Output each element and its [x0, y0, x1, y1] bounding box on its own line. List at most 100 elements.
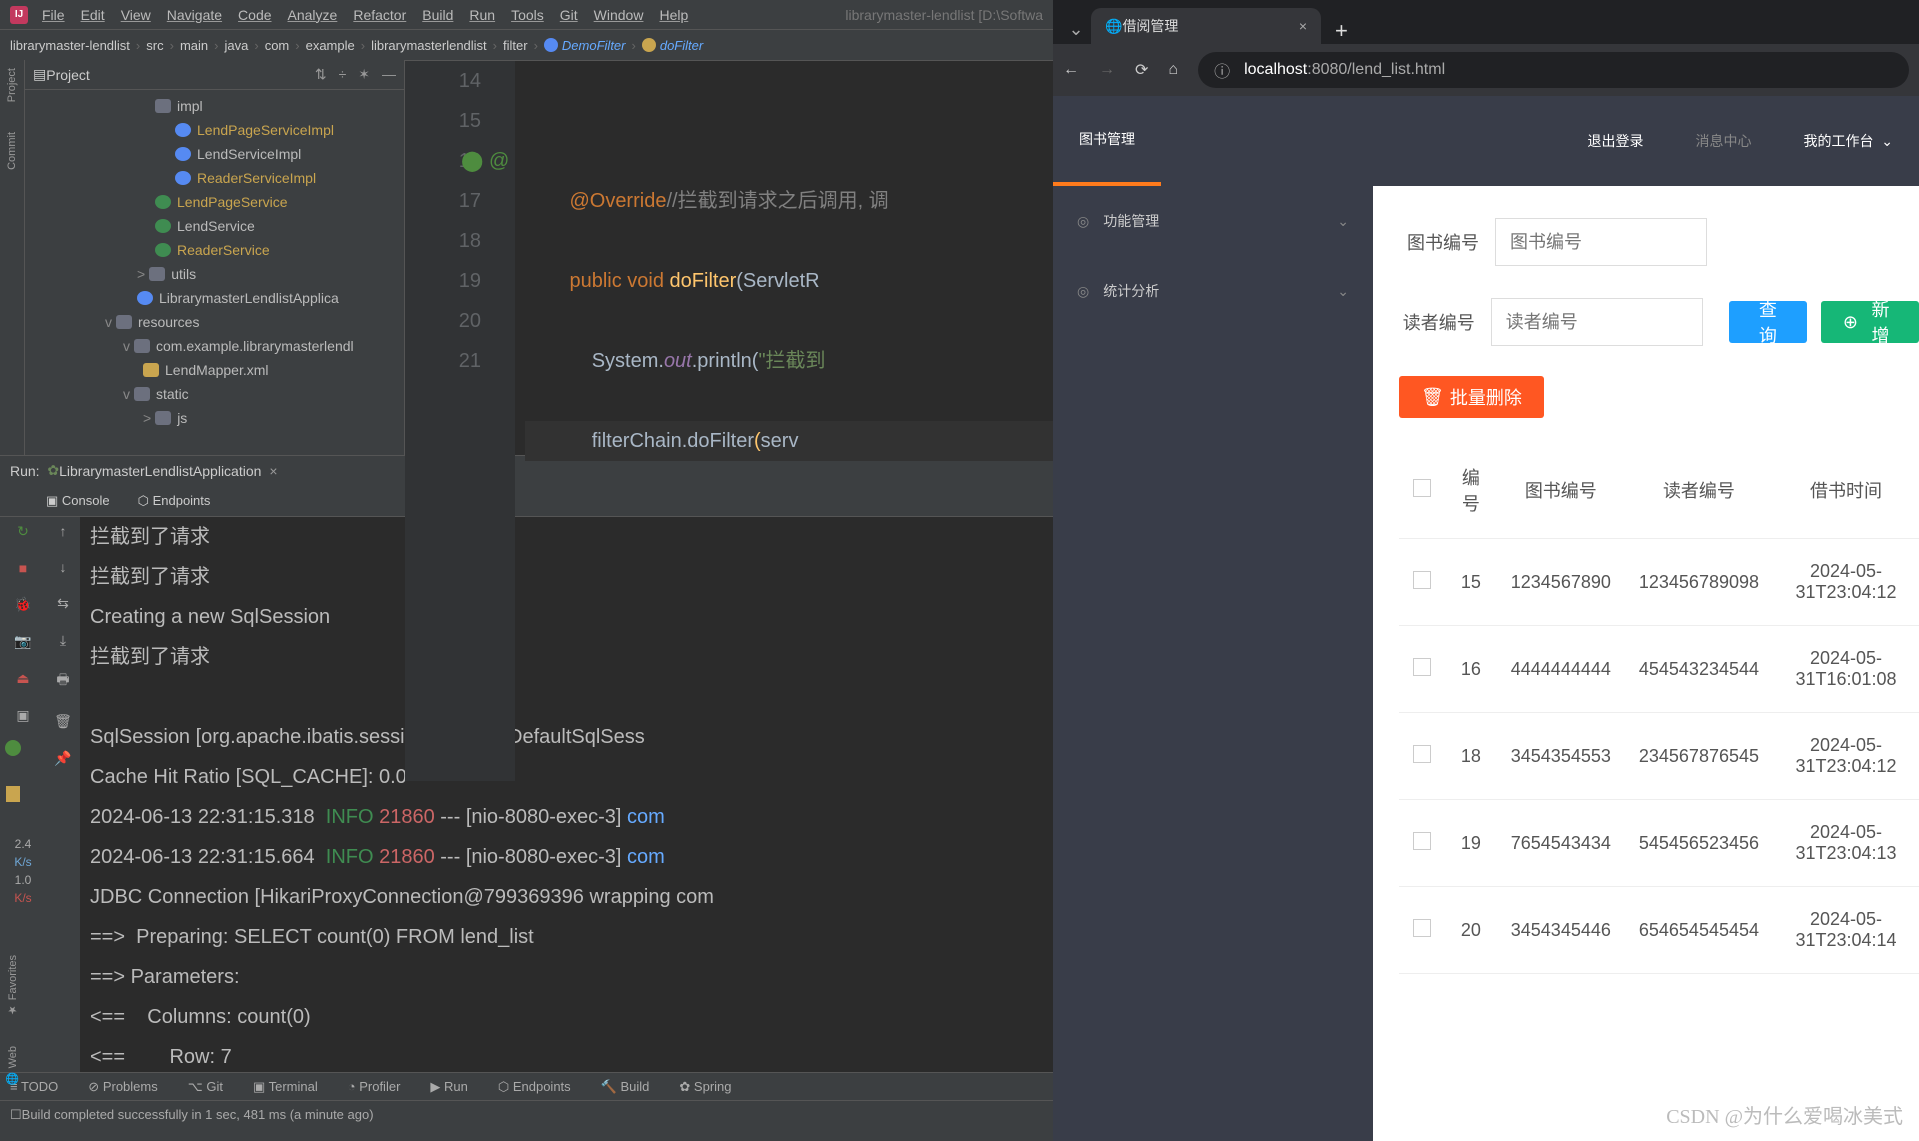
- reload-icon[interactable]: ⟳: [1135, 60, 1148, 80]
- web-tool-tab[interactable]: 🌐 Web: [6, 1046, 19, 1085]
- tree-node[interactable]: vresources: [25, 310, 404, 334]
- book-id-input[interactable]: [1495, 218, 1707, 266]
- crumb[interactable]: java: [224, 38, 248, 53]
- build-tab[interactable]: 🔨 Build: [601, 1079, 650, 1095]
- menu-run[interactable]: Run: [469, 7, 495, 23]
- nav-logout[interactable]: 退出登录: [1561, 96, 1669, 186]
- tab-dropdown-icon[interactable]: ⌄: [1061, 14, 1091, 44]
- crumb-method[interactable]: doFilter: [660, 38, 703, 53]
- profiler-tab[interactable]: ◔ Profiler: [348, 1079, 401, 1094]
- console-output[interactable]: 拦截到了请求拦截到了请求Creating a new SqlSession拦截到…: [80, 517, 1053, 1072]
- scroll-icon[interactable]: ⤓: [60, 632, 66, 649]
- checkbox[interactable]: [1413, 745, 1431, 763]
- project-tool-tab[interactable]: Project: [6, 68, 18, 102]
- crumb[interactable]: filter: [503, 38, 528, 53]
- crumb[interactable]: src: [146, 38, 163, 53]
- menu-file[interactable]: File: [42, 7, 65, 23]
- menu-view[interactable]: View: [121, 7, 151, 23]
- checkbox[interactable]: [1413, 479, 1431, 497]
- layout-icon[interactable]: ▣: [16, 707, 29, 724]
- spring-tab[interactable]: ✿ Spring: [679, 1079, 731, 1095]
- close-icon[interactable]: ×: [1299, 18, 1307, 34]
- pin-icon[interactable]: 📌: [54, 750, 71, 767]
- menu-build[interactable]: Build: [422, 7, 453, 23]
- tree-node[interactable]: >utils: [25, 262, 404, 286]
- project-tree[interactable]: implLendPageServiceImplLendServiceImplRe…: [25, 90, 404, 455]
- nav-msg[interactable]: 消息中心: [1669, 96, 1777, 186]
- back-icon[interactable]: ←: [1063, 61, 1079, 79]
- tree-node[interactable]: LendServiceImpl: [25, 142, 404, 166]
- checkbox[interactable]: [1413, 571, 1431, 589]
- menu-code[interactable]: Code: [238, 7, 271, 23]
- site-info-icon[interactable]: ⓘ: [1214, 58, 1230, 82]
- run-tab[interactable]: ▶ Run: [430, 1079, 467, 1095]
- menu-analyze[interactable]: Analyze: [288, 7, 338, 23]
- tree-node[interactable]: LibrarymasterLendlistApplica: [25, 286, 404, 310]
- debug-icon[interactable]: 🐞: [14, 596, 31, 613]
- menu-refactor[interactable]: Refactor: [353, 7, 406, 23]
- clear-icon[interactable]: 🗑: [54, 713, 72, 730]
- reader-id-input[interactable]: [1491, 298, 1703, 346]
- close-icon[interactable]: ×: [269, 463, 277, 479]
- nav-workbench[interactable]: 我的工作台 ⌄: [1777, 96, 1919, 186]
- tree-node[interactable]: >js: [25, 406, 404, 430]
- terminal-tab[interactable]: ▣ Terminal: [253, 1079, 318, 1095]
- camera-icon[interactable]: 📷: [14, 633, 31, 650]
- tree-node[interactable]: vstatic: [25, 382, 404, 406]
- rerun-icon[interactable]: ↻: [17, 523, 29, 540]
- console-tab[interactable]: ▣ Console: [46, 493, 110, 509]
- git-tab[interactable]: ⌥ Git: [188, 1079, 223, 1095]
- up-icon[interactable]: ↑: [60, 523, 67, 539]
- commit-tool-tab[interactable]: Commit: [6, 132, 18, 170]
- checkbox[interactable]: [1413, 832, 1431, 850]
- favorites-tool-tab[interactable]: ★ Favorites: [6, 955, 19, 1016]
- side-item-func[interactable]: ◎功能管理⌄: [1053, 186, 1373, 256]
- project-tools[interactable]: ⇅÷✶—: [315, 66, 396, 83]
- tree-label: LibrarymasterLendlistApplica: [159, 290, 339, 306]
- tree-node[interactable]: LendPageServiceImpl: [25, 118, 404, 142]
- tree-node[interactable]: LendPageService: [25, 190, 404, 214]
- problems-tab[interactable]: ⊘ Problems: [88, 1079, 157, 1095]
- crumb[interactable]: main: [180, 38, 208, 53]
- checkbox[interactable]: [1413, 658, 1431, 676]
- checkbox[interactable]: [1413, 919, 1431, 937]
- browser-tab[interactable]: 🌐 借阅管理 ×: [1091, 8, 1321, 44]
- tree-node[interactable]: LendMapper.xml: [25, 358, 404, 382]
- new-tab-button[interactable]: +: [1335, 18, 1348, 44]
- side-item-stats[interactable]: ◎统计分析⌄: [1053, 256, 1373, 326]
- tree-node[interactable]: vcom.example.librarymasterlendl: [25, 334, 404, 358]
- exit-icon[interactable]: ⏏: [16, 670, 29, 687]
- pin-icon: ◎: [1077, 213, 1089, 230]
- print-icon[interactable]: 🖶: [56, 669, 69, 693]
- add-button[interactable]: ⊕新增: [1821, 301, 1919, 343]
- menu-edit[interactable]: Edit: [81, 7, 105, 23]
- crumb[interactable]: com: [265, 38, 290, 53]
- menu-window[interactable]: Window: [594, 7, 644, 23]
- wrap-icon[interactable]: ⇆: [57, 595, 69, 612]
- crumb[interactable]: librarymasterlendlist: [371, 38, 487, 53]
- stop-icon[interactable]: ■: [19, 560, 27, 576]
- batch-delete-button[interactable]: 🗑批量删除: [1399, 376, 1544, 418]
- address-bar[interactable]: ⓘ localhost:8080/lend_list.html: [1198, 52, 1909, 88]
- menu-git[interactable]: Git: [560, 7, 578, 23]
- menu-navigate[interactable]: Navigate: [167, 7, 222, 23]
- cls-icon: [137, 291, 153, 305]
- tree-node[interactable]: LendService: [25, 214, 404, 238]
- forward-icon[interactable]: →: [1099, 61, 1115, 79]
- home-icon[interactable]: ⌂: [1168, 61, 1178, 79]
- cell-book: 4444444444: [1497, 626, 1625, 713]
- tree-node[interactable]: ReaderServiceImpl: [25, 166, 404, 190]
- tree-node[interactable]: ReaderService: [25, 238, 404, 262]
- crumb-class[interactable]: DemoFilter: [562, 38, 626, 53]
- nav-book-manage[interactable]: 图书管理: [1053, 96, 1161, 186]
- override-icon[interactable]: ⬤ @: [461, 141, 509, 181]
- crumb[interactable]: librarymaster-lendlist: [10, 38, 130, 53]
- endpoints-tab[interactable]: ⬡ Endpoints: [138, 493, 211, 509]
- endpoints-tab[interactable]: ⬡ Endpoints: [498, 1079, 571, 1095]
- menu-help[interactable]: Help: [659, 7, 688, 23]
- tree-node[interactable]: impl: [25, 94, 404, 118]
- menu-tools[interactable]: Tools: [511, 7, 544, 23]
- crumb[interactable]: example: [306, 38, 355, 53]
- query-button[interactable]: 查询: [1729, 301, 1807, 343]
- down-icon[interactable]: ↓: [60, 559, 67, 575]
